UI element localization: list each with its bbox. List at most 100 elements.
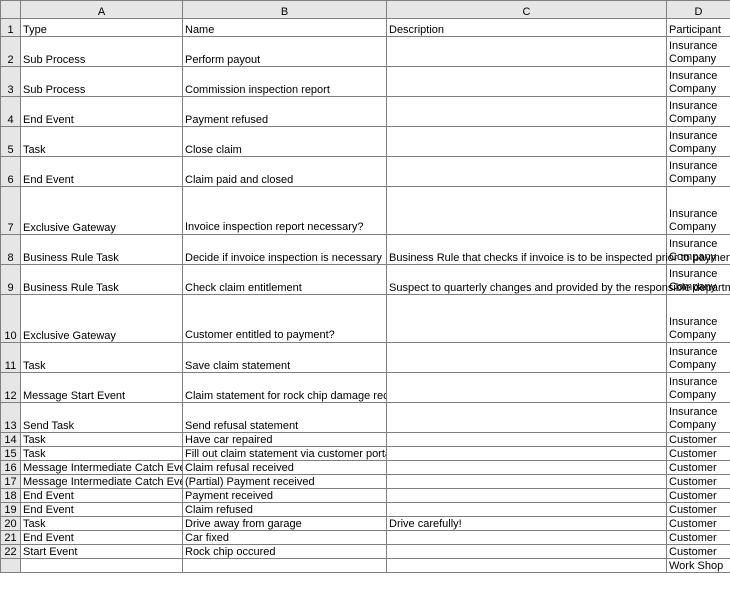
cell[interactable] [387,343,667,373]
cell[interactable]: Claim statement for rock chip damage rec… [183,373,387,403]
row-header[interactable] [1,559,21,573]
cell[interactable]: Claim refusal received [183,461,387,475]
row-header[interactable]: 19 [1,503,21,517]
row-header[interactable]: 9 [1,265,21,295]
cell[interactable]: Close claim [183,127,387,157]
cell[interactable]: Save claim statement [183,343,387,373]
cell[interactable]: Suspect to quarterly changes and provide… [387,265,667,295]
cell[interactable]: Business Rule that checks if invoice is … [387,235,667,265]
row-header[interactable]: 3 [1,67,21,97]
row-header[interactable]: 14 [1,433,21,447]
row-header[interactable]: 11 [1,343,21,373]
cell[interactable]: Decide if invoice inspection is necessar… [183,235,387,265]
cell[interactable] [387,295,667,343]
cell[interactable]: Business Rule Task [21,235,183,265]
cell[interactable] [387,67,667,97]
cell[interactable]: Insurance Company [667,295,730,343]
cell[interactable]: Customer [667,475,730,489]
row-header[interactable]: 12 [1,373,21,403]
cell[interactable]: Invoice inspection report necessary? [183,187,387,235]
cell[interactable]: Car fixed [183,531,387,545]
cell[interactable]: Customer entitled to payment? [183,295,387,343]
cell[interactable]: Drive carefully! [387,517,667,531]
cell[interactable] [387,373,667,403]
row-header[interactable]: 21 [1,531,21,545]
cell[interactable]: Task [21,433,183,447]
cell[interactable] [387,157,667,187]
cell[interactable]: Payment received [183,489,387,503]
row-header[interactable]: 2 [1,37,21,67]
row-header[interactable]: 1 [1,19,21,37]
cell[interactable]: Business Rule Task [21,265,183,295]
cell[interactable] [387,127,667,157]
cell[interactable]: Customer [667,489,730,503]
cell[interactable]: Fill out claim statement via customer po… [183,447,387,461]
cell[interactable]: End Event [21,97,183,127]
cell[interactable] [387,403,667,433]
cell[interactable]: End Event [21,503,183,517]
row-header[interactable]: 7 [1,187,21,235]
row-header[interactable]: 5 [1,127,21,157]
cell[interactable]: Have car repaired [183,433,387,447]
cell[interactable]: Insurance Company [667,343,730,373]
cell[interactable]: Name [183,19,387,37]
cell[interactable]: Rock chip occured [183,545,387,559]
row-header[interactable]: 22 [1,545,21,559]
cell[interactable] [387,545,667,559]
cell[interactable]: Message Intermediate Catch Event [21,475,183,489]
col-header-A[interactable]: A [21,1,183,19]
cell[interactable]: Customer [667,503,730,517]
col-header-D[interactable]: D [667,1,730,19]
cell[interactable]: Start Event [21,545,183,559]
cell[interactable] [21,559,183,573]
row-header[interactable]: 10 [1,295,21,343]
col-header-B[interactable]: B [183,1,387,19]
cell[interactable]: Type [21,19,183,37]
cell[interactable]: Insurance Company [667,127,730,157]
cell[interactable]: Customer [667,461,730,475]
row-header[interactable]: 17 [1,475,21,489]
cell[interactable]: Task [21,447,183,461]
select-all-corner[interactable] [1,1,21,19]
row-header[interactable]: 15 [1,447,21,461]
row-header[interactable]: 6 [1,157,21,187]
cell[interactable]: Message Intermediate Catch Event [21,461,183,475]
cell[interactable]: Insurance Company [667,403,730,433]
cell[interactable]: Description [387,19,667,37]
cell[interactable] [387,187,667,235]
cell[interactable]: Insurance Company [667,373,730,403]
cell[interactable]: (Partial) Payment received [183,475,387,489]
cell[interactable]: Claim paid and closed [183,157,387,187]
row-header[interactable]: 4 [1,97,21,127]
cell[interactable]: Exclusive Gateway [21,187,183,235]
cell[interactable]: Work Shop [667,559,730,573]
cell[interactable]: Perform payout [183,37,387,67]
cell[interactable]: Insurance Company [667,37,730,67]
cell[interactable]: Task [21,127,183,157]
cell[interactable]: Drive away from garage [183,517,387,531]
cell[interactable]: Customer [667,433,730,447]
cell[interactable]: Insurance Company [667,187,730,235]
cell[interactable]: End Event [21,157,183,187]
cell[interactable] [387,37,667,67]
cell[interactable]: End Event [21,531,183,545]
cell[interactable] [387,475,667,489]
cell[interactable]: Customer [667,531,730,545]
cell[interactable] [387,433,667,447]
grid[interactable]: A B C D 1TypeNameDescriptionParticipant2… [0,0,730,573]
cell[interactable]: Payment refused [183,97,387,127]
spreadsheet[interactable]: A B C D 1TypeNameDescriptionParticipant2… [0,0,730,614]
cell[interactable]: Sub Process [21,37,183,67]
row-header[interactable]: 18 [1,489,21,503]
cell[interactable]: Customer [667,545,730,559]
cell[interactable]: End Event [21,489,183,503]
cell[interactable]: Customer [667,517,730,531]
cell[interactable]: Message Start Event [21,373,183,403]
cell[interactable]: Participant [667,19,730,37]
cell[interactable]: Task [21,343,183,373]
cell[interactable]: Insurance Company [667,157,730,187]
cell[interactable]: Send Task [21,403,183,433]
cell[interactable] [387,559,667,573]
row-header[interactable]: 13 [1,403,21,433]
cell[interactable]: Commission inspection report [183,67,387,97]
